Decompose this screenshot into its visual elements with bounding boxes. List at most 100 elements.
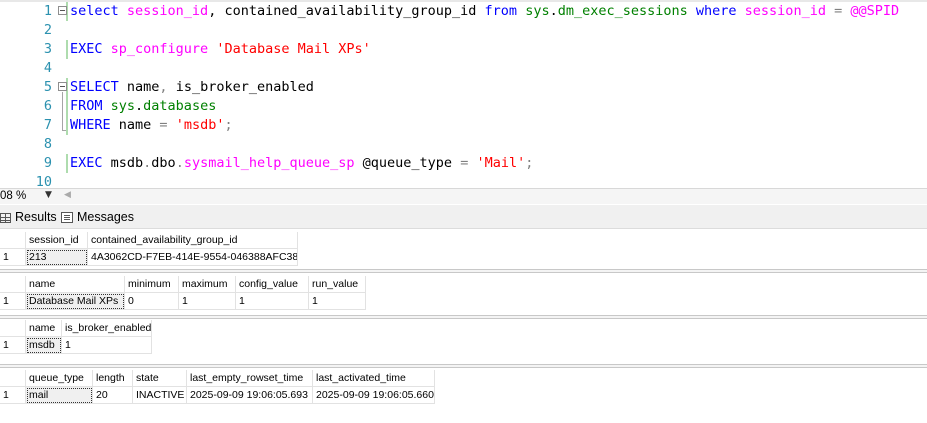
column-header[interactable]: last_empty_rowset_time — [187, 370, 313, 387]
row-number[interactable]: 1 — [0, 387, 26, 404]
column-header[interactable]: config_value — [236, 276, 309, 293]
code-line[interactable]: 3 EXEC sp_configure 'Database Mail XPs' — [0, 40, 927, 59]
line-number: 7 — [43, 117, 52, 133]
code-line[interactable]: 2 — [0, 21, 927, 40]
code-line[interactable]: 8 — [0, 135, 927, 154]
query-editor[interactable]: 1 select session_id, contained_availabili… — [0, 0, 927, 188]
column-header[interactable]: minimum — [125, 276, 179, 293]
tab-messages[interactable]: Messages — [61, 209, 134, 227]
code-token: sp_configure — [110, 41, 217, 57]
column-header[interactable]: run_value — [309, 276, 366, 293]
grid-cell[interactable]: Database Mail XPs — [26, 293, 125, 310]
grid-cell[interactable]: 1 — [309, 293, 366, 310]
grid-corner-cell[interactable] — [0, 232, 26, 249]
column-header[interactable]: queue_type — [26, 370, 93, 387]
code-token: session_id — [744, 3, 835, 19]
column-header[interactable]: maximum — [179, 276, 236, 293]
code-token: sysmail_help_queue_sp — [183, 155, 363, 171]
grid-cell[interactable]: 1 — [62, 337, 152, 354]
code-line[interactable]: 9 EXEC msdb.dbo.sysmail_help_queue_sp @qu… — [0, 154, 927, 173]
grid-cell[interactable]: 2025-09-09 19:06:05.660 — [313, 387, 435, 404]
scroll-left-arrow-icon[interactable]: ◀ — [64, 190, 71, 200]
code-token: @@SPID — [850, 3, 900, 19]
code-token: @queue_type — [362, 155, 461, 171]
grid-splitter[interactable] — [0, 315, 927, 319]
code-token: contained_availability_group_id — [224, 3, 485, 19]
code-text: SELECT name, is_broker_enabled — [70, 78, 314, 97]
results-tabs: Results Messages — [0, 205, 927, 229]
grid-corner-cell[interactable] — [0, 370, 26, 387]
grid-cell[interactable]: 20 — [93, 387, 133, 404]
grid-cell[interactable]: 2025-09-09 19:06:05.693 — [187, 387, 313, 404]
code-token: sys — [525, 3, 550, 19]
code-line[interactable]: 6 FROM sys.databases — [0, 97, 927, 116]
grid-splitter[interactable] — [0, 364, 927, 368]
code-line[interactable]: 4 — [0, 59, 927, 78]
code-text: EXEC msdb.dbo.sysmail_help_queue_sp @que… — [70, 154, 533, 173]
code-token: name — [126, 79, 160, 95]
collapse-icon[interactable] — [58, 82, 67, 91]
row-number[interactable]: 1 — [0, 337, 26, 354]
zoom-level[interactable]: 08 % — [0, 190, 26, 202]
code-line[interactable]: 10 — [0, 173, 927, 188]
code-token: = — [159, 117, 176, 133]
line-number: 8 — [43, 136, 52, 152]
code-token: session_id — [126, 3, 209, 19]
grid-cell[interactable]: 213 — [26, 249, 88, 266]
code-token: . — [549, 3, 558, 19]
column-header[interactable]: contained_availability_group_id — [88, 232, 298, 249]
grid-splitter[interactable] — [0, 269, 927, 273]
grid-cell[interactable]: INACTIVE — [133, 387, 187, 404]
grid-cell[interactable]: 1 — [179, 293, 236, 310]
column-header[interactable]: name — [26, 320, 62, 337]
code-text: WHERE name = 'msdb'; — [70, 116, 233, 135]
grid-cell[interactable]: msdb — [26, 337, 62, 354]
code-token: WHERE — [70, 117, 119, 133]
tab-messages-label: Messages — [77, 210, 134, 224]
column-header[interactable]: state — [133, 370, 187, 387]
code-text: EXEC sp_configure 'Database Mail XPs' — [70, 40, 371, 59]
grid-cell[interactable]: 0 — [125, 293, 179, 310]
code-line[interactable]: 1 select session_id, contained_availabili… — [0, 2, 927, 21]
column-header[interactable]: session_id — [26, 232, 88, 249]
code-token: 'Mail' — [476, 155, 526, 171]
code-token: SELECT — [70, 79, 127, 95]
line-number: 4 — [43, 60, 52, 76]
line-number: 3 — [43, 41, 52, 57]
code-token: , — [159, 79, 176, 95]
column-header[interactable]: length — [93, 370, 133, 387]
row-number[interactable]: 1 — [0, 249, 26, 266]
collapse-icon[interactable] — [58, 6, 67, 15]
code-token: 'Database Mail XPs' — [216, 41, 371, 57]
code-token: is_broker_enabled — [175, 79, 314, 95]
code-token: . — [135, 98, 144, 114]
grid-cell[interactable]: 4A3062CD-F7EB-414E-9554-046388AFC38B — [88, 249, 298, 266]
code-token: 'msdb' — [175, 117, 225, 133]
code-line[interactable]: 5 SELECT name, is_broker_enabled — [0, 78, 927, 97]
code-token: ; — [525, 155, 534, 171]
tab-results-label: Results — [15, 210, 57, 224]
grid-corner-cell[interactable] — [0, 320, 26, 337]
line-number: 9 — [43, 155, 52, 171]
column-header[interactable]: is_broker_enabled — [62, 320, 152, 337]
zoom-dropdown-arrow-icon[interactable]: ▼ — [45, 190, 52, 200]
code-token: . — [175, 155, 184, 171]
line-number: 10 — [35, 174, 52, 188]
code-token: = — [834, 3, 851, 19]
code-line[interactable]: 7 WHERE name = 'msdb'; — [0, 116, 927, 135]
grid-cell[interactable]: mail — [26, 387, 93, 404]
editor-status-strip: 08 % ▼ ◀ — [0, 188, 927, 204]
column-header[interactable]: last_activated_time — [313, 370, 435, 387]
grid-cell[interactable]: 1 — [236, 293, 309, 310]
grid-corner-cell[interactable] — [0, 276, 26, 293]
code-token: where — [695, 3, 745, 19]
tab-results[interactable]: Results — [0, 209, 57, 227]
column-header[interactable]: name — [26, 276, 125, 293]
code-text: select session_id, contained_availabilit… — [70, 2, 899, 21]
row-number[interactable]: 1 — [0, 293, 26, 310]
code-token: sys — [110, 98, 136, 114]
code-token: dm_exec_sessions — [557, 3, 696, 19]
code-token: , — [208, 3, 225, 19]
messages-icon — [61, 212, 73, 224]
line-number: 1 — [43, 3, 52, 19]
